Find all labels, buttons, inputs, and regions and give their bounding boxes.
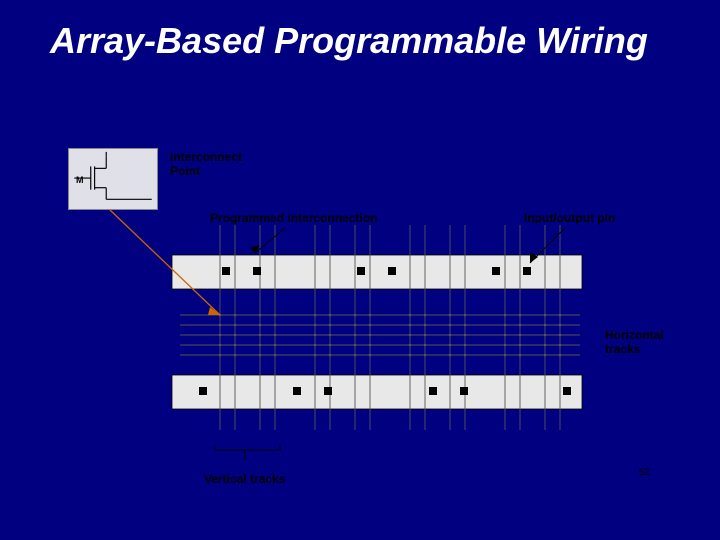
interconnect-point-label: Interconnect Point <box>170 150 242 179</box>
transistor-inset: M <box>68 148 158 210</box>
horizontal-tracks-label: Horizontal tracks <box>605 328 664 357</box>
slide-title: Array-Based Programmable Wiring <box>0 0 720 71</box>
vertical-tracks-label: Vertical tracks <box>204 472 285 486</box>
transistor-m-label: M <box>76 175 84 185</box>
page-number: 52 <box>639 467 650 478</box>
wiring-diagram <box>160 200 600 460</box>
